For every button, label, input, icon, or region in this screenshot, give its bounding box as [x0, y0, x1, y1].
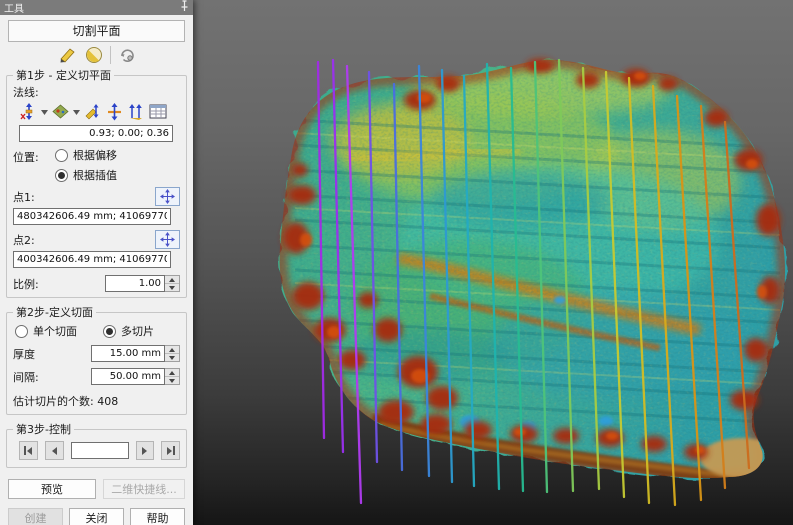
pin-icon[interactable]	[180, 0, 189, 15]
scale-input[interactable]	[105, 275, 165, 292]
thickness-label: 厚度	[13, 346, 35, 362]
previous-slice-button[interactable]	[45, 441, 64, 460]
scale-spin-up[interactable]	[165, 276, 179, 283]
help-button[interactable]: 帮助	[130, 508, 185, 525]
draw-plane-icon[interactable]	[58, 46, 78, 64]
thickness-spin-down[interactable]	[165, 353, 179, 361]
first-slice-button[interactable]	[19, 441, 38, 460]
close-button[interactable]: 关闭	[69, 508, 124, 525]
position-label: 位置:	[13, 147, 55, 165]
point1-input[interactable]	[13, 208, 171, 225]
point1-pick-button[interactable]	[155, 187, 180, 206]
radio-circle[interactable]	[15, 325, 28, 338]
normal-axis-icon[interactable]	[19, 102, 38, 121]
thickness-spinner	[91, 345, 180, 362]
step3-group: 第3步-控制	[6, 421, 187, 468]
scale-spin-down[interactable]	[165, 283, 179, 291]
2d-quickline-button[interactable]: 二维快捷线...	[103, 479, 185, 499]
create-button[interactable]: 创建	[8, 508, 63, 525]
panel-title: 工具	[4, 0, 24, 15]
radio-single-section[interactable]: 单个切面	[15, 323, 77, 339]
radio-by-offset[interactable]: 根据偏移	[55, 147, 117, 163]
scale-spinner	[105, 275, 180, 292]
dropdown-caret-icon[interactable]	[73, 105, 80, 118]
step2-group: 第2步-定义切面 单个切面 多切片 厚度	[6, 304, 187, 415]
point2-input[interactable]	[13, 251, 171, 268]
step3-legend: 第3步-控制	[13, 421, 74, 437]
spacing-input[interactable]	[91, 368, 165, 385]
radio-circle[interactable]	[55, 149, 68, 162]
thickness-spin-up[interactable]	[165, 346, 179, 353]
normal-two-arrows-icon[interactable]	[127, 102, 146, 121]
thickness-input[interactable]	[91, 345, 165, 362]
rotate-hand-icon[interactable]	[118, 46, 136, 64]
point1-label: 点1:	[13, 189, 35, 205]
normal-tools-row	[13, 100, 180, 124]
radio-by-interpolation[interactable]: 根据插值	[55, 167, 117, 183]
preview-button[interactable]: 预览	[8, 479, 96, 499]
next-slice-button[interactable]	[136, 441, 155, 460]
step2-legend: 第2步-定义切面	[13, 304, 96, 320]
spacing-label: 间隔:	[13, 369, 39, 385]
normal-brush-icon[interactable]	[83, 102, 102, 121]
panel-titlebar[interactable]: 工具	[0, 0, 193, 15]
normal-label: 法线:	[13, 84, 180, 100]
spacing-spin-down[interactable]	[165, 376, 179, 384]
dropdown-caret-icon[interactable]	[41, 105, 48, 118]
toolbar-separator	[110, 46, 111, 64]
normal-plane-icon[interactable]	[51, 102, 70, 121]
scale-label: 比例:	[13, 276, 39, 292]
cutting-plane-toolbar	[6, 43, 187, 67]
point2-pick-button[interactable]	[155, 230, 180, 249]
spacing-spinner	[91, 368, 180, 385]
tool-header: 切割平面	[8, 20, 185, 42]
normal-axis-arrow-icon[interactable]	[105, 102, 124, 121]
radio-circle-checked[interactable]	[103, 325, 116, 338]
slice-count-estimate: 估计切片的个数: 408	[13, 393, 180, 409]
step1-group: 第1步 - 定义切平面 法线:	[6, 67, 187, 298]
tools-panel: 工具 切割平面 第1步 - 定义切平面	[0, 0, 193, 525]
slice-index-input[interactable]	[71, 442, 129, 459]
radio-multi-slice[interactable]: 多切片	[103, 323, 154, 339]
slice-playback-controls	[13, 438, 180, 462]
sphere-icon[interactable]	[85, 46, 103, 64]
normal-dialog-icon[interactable]	[149, 104, 167, 120]
normal-vector-input[interactable]	[19, 125, 173, 142]
radio-circle-checked[interactable]	[55, 169, 68, 182]
spacing-spin-up[interactable]	[165, 369, 179, 376]
last-slice-button[interactable]	[161, 441, 180, 460]
point2-label: 点2:	[13, 232, 35, 248]
app-window: 工具 切割平面 第1步 - 定义切平面	[0, 0, 793, 525]
step1-legend: 第1步 - 定义切平面	[13, 67, 114, 83]
